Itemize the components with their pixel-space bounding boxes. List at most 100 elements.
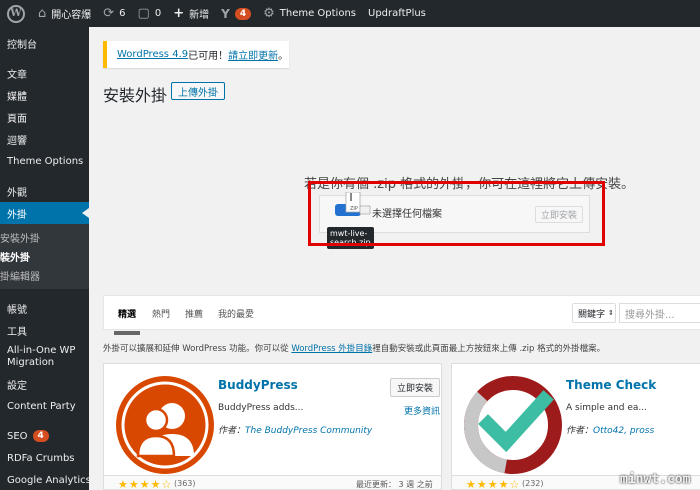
admin-bar: W ⌂ 開心容爆 ⟳ 6 ▢ 0 + 新增 Y 4 ⚙ Theme Option… (0, 0, 700, 27)
plugins-submenu: 安裝外掛 裝外掛 掛編輯器 (0, 224, 89, 289)
sidebar-item-users[interactable]: 帳號 (0, 297, 89, 319)
new-content-menu[interactable]: + 新增 (167, 0, 215, 27)
author-link[interactable]: The BuddyPress Community (245, 426, 372, 436)
select-arrows-icon: ⇕ (608, 309, 614, 317)
highlight-box (308, 181, 605, 246)
sidebar-item-rdfa-crumbs[interactable]: RDFa Crumbs (0, 447, 89, 469)
sidebar-item-label: 設定 (7, 380, 27, 392)
tab-recommended[interactable]: 推薦 (185, 307, 203, 320)
intro-after: 裡自動安裝或此頁面最上方按鈕來上傳 .zip 格式的外掛檔案。 (372, 344, 606, 354)
yoast-menu[interactable]: Y 4 (215, 0, 257, 27)
author-prefix: 作者： (566, 426, 594, 436)
search-type-value: 關鍵字 (578, 309, 606, 320)
sidebar-item-settings[interactable]: 設定 (0, 373, 89, 395)
sidebar-item-label: 工具 (7, 326, 27, 338)
author-prefix: 作者： (218, 426, 246, 436)
sidebar-item-appearance[interactable]: 外觀 (0, 180, 89, 202)
sidebar-item-label: All-in-One WP Migration (7, 345, 76, 368)
sidebar-item-seo[interactable]: SEO 4 (0, 425, 89, 447)
comments-menu[interactable]: ▢ 0 (132, 0, 168, 27)
sidebar-item-plugins[interactable]: 外掛 (0, 202, 89, 224)
comments-count: 0 (154, 8, 162, 19)
plugin-filter-bar: 精選 熱門 推薦 我的最愛 關鍵字 ⇕ 搜尋外掛... (103, 295, 700, 335)
sidebar-item-tools[interactable]: 工具 (0, 319, 89, 341)
plugin-card-footer: ★★★★☆ (363) 最近更新： 3 週 之前 (104, 475, 441, 490)
sidebar-item-label: RDFa Crumbs (7, 452, 75, 464)
theme-options-label: Theme Options (279, 8, 357, 19)
star-rating: ★★★★☆ (466, 478, 521, 490)
upload-plugin-button[interactable]: 上傳外掛 (171, 82, 225, 100)
notice-text: 已可用！ (188, 51, 229, 62)
wordpress-logo-icon: W (7, 4, 25, 23)
sidebar-item-pages[interactable]: 頁面 (0, 106, 89, 128)
plugin-name[interactable]: BuddyPress (218, 378, 298, 392)
plugin-author: 作者：Otto42, pross (566, 423, 654, 436)
last-updated: 最近更新： 3 週 之前 (356, 480, 433, 489)
tab-popular[interactable]: 熱門 (152, 307, 170, 320)
comment-icon: ▢ (137, 6, 150, 21)
rating-count: (363) (174, 479, 196, 488)
sidebar-item-label: Google Analytics (7, 474, 91, 486)
theme-options-menu[interactable]: ⚙ Theme Options (257, 0, 362, 27)
main-content: WordPress 4.9 已可用！ 請立即更新 。 安裝外掛 上傳外掛 若是你… (89, 27, 700, 490)
submenu-add-plugin[interactable]: 安裝外掛 (0, 228, 89, 247)
plugin-card-theme-check: Theme Check A simple and ea... 作者：Otto42… (451, 363, 700, 490)
sidebar-item-label: 帳號 (7, 304, 27, 316)
new-label: 新增 (189, 10, 210, 21)
plus-icon: + (173, 6, 185, 21)
search-type-select[interactable]: 關鍵字 ⇕ (572, 303, 616, 323)
update-now-link[interactable]: 請立即更新 (228, 47, 278, 62)
install-now-button[interactable]: 立即安裝 (390, 378, 440, 397)
sidebar-item-google-analytics[interactable]: Google Analytics (0, 469, 91, 490)
home-icon: ⌂ (38, 6, 47, 21)
sidebar-item-label: 控制台 (7, 39, 37, 51)
sidebar-item-label: 頁面 (7, 113, 27, 125)
sidebar-item-media[interactable]: 媒體 (0, 84, 89, 106)
admin-sidebar: 控制台 文章 媒體 頁面 迴響 Theme Options 外觀 外掛 安裝外掛… (0, 27, 91, 490)
more-details-link[interactable]: 更多資訊 (404, 404, 440, 417)
sidebar-item-label: SEO (7, 430, 28, 442)
theme-check-logo-icon (464, 376, 562, 474)
sidebar-item-comments[interactable]: 迴響 (0, 128, 89, 150)
plugins-intro-text: 外掛可以擴展和延伸 WordPress 功能。你可以從 WordPress 外掛… (103, 342, 605, 354)
updates-count: 6 (119, 8, 126, 19)
gear-icon: ⚙ (263, 6, 275, 21)
yoast-icon: Y (221, 6, 230, 21)
notice-end: 。 (278, 51, 289, 62)
sidebar-item-label: 迴響 (7, 135, 27, 147)
seo-badge: 4 (32, 430, 49, 442)
updates-menu[interactable]: ⟳ 6 (97, 0, 131, 27)
sidebar-item-label: Content Party (7, 400, 76, 412)
sidebar-item-label: 文章 (7, 69, 27, 81)
yoast-badge: 4 (234, 7, 252, 20)
plugin-card-buddypress: BuddyPress BuddyPress adds... 作者：The Bud… (103, 363, 442, 490)
site-name-menu[interactable]: ⌂ 開心容爆 (32, 0, 97, 27)
rating-count: (232) (522, 479, 544, 488)
sidebar-item-label: 外觀 (7, 187, 27, 199)
author-link[interactable]: Otto42, pross (593, 426, 654, 436)
refresh-icon: ⟳ (103, 6, 115, 21)
sidebar-item-migration[interactable]: All-in-One WP Migration (0, 341, 89, 373)
sidebar-item-label: 媒體 (7, 91, 27, 103)
site-name: 開心容爆 (51, 10, 92, 21)
updraft-label: UpdraftPlus (368, 8, 426, 19)
plugin-name[interactable]: Theme Check (566, 378, 656, 392)
submenu-installed-plugins[interactable]: 裝外掛 (0, 247, 89, 266)
wp-logo-menu[interactable]: W (0, 0, 32, 27)
tab-featured[interactable]: 精選 (113, 307, 141, 335)
updraft-menu[interactable]: UpdraftPlus (362, 0, 432, 27)
sidebar-item-content-party[interactable]: Content Party (0, 395, 89, 417)
submenu-plugin-editor[interactable]: 掛編輯器 (0, 266, 89, 285)
intro-before: 外掛可以擴展和延伸 WordPress 功能。你可以從 (103, 344, 292, 354)
sidebar-item-label: 外掛 (7, 209, 27, 221)
sidebar-item-theme-options[interactable]: Theme Options (0, 150, 89, 172)
wordpress-version-link[interactable]: WordPress 4.9 (117, 49, 188, 60)
sidebar-item-posts[interactable]: 文章 (0, 62, 89, 84)
sidebar-item-dashboard[interactable]: 控制台 (0, 32, 89, 54)
plugin-directory-link[interactable]: WordPress 外掛目錄 (291, 344, 372, 354)
search-plugins-input[interactable]: 搜尋外掛... (619, 303, 700, 323)
sidebar-item-label: Theme Options (7, 155, 84, 167)
star-rating: ★★★★☆ (118, 478, 173, 490)
tab-favorites[interactable]: 我的最愛 (218, 307, 254, 320)
update-notice: WordPress 4.9 已可用！ 請立即更新 。 (103, 41, 289, 68)
